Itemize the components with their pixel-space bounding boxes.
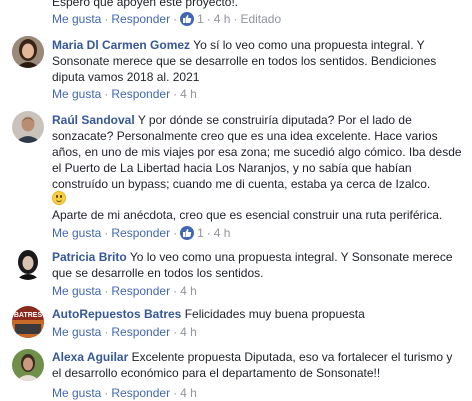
- timestamp[interactable]: 4 h: [180, 86, 197, 102]
- previous-comment-text: Espero que apoyen este proyecto!.: [52, 0, 239, 9]
- avatar[interactable]: [12, 349, 44, 381]
- avatar-logo-text: BATRES: [14, 312, 43, 319]
- comment-actions: Me gusta · Responder · 4 h: [52, 385, 197, 401]
- previous-comment-actions: Me gusta · Responder · 1 · 4 h · Editado: [52, 11, 282, 27]
- comment-author[interactable]: Raúl Sandoval: [52, 113, 135, 127]
- like-count[interactable]: 1: [197, 11, 204, 27]
- comment-actions: Me gusta · Responder · 4 h: [52, 86, 197, 102]
- edited-label[interactable]: Editado: [240, 11, 281, 27]
- comment-actions: Me gusta · Responder · 4 h: [52, 324, 197, 340]
- comment-text: Felicidades muy buena propuesta: [184, 307, 365, 321]
- like-link[interactable]: Me gusta: [52, 283, 101, 299]
- comment-body: AutoRepuestos Batres Felicidades muy bue…: [52, 306, 462, 322]
- comment-body: Alexa Aguilar Excelente propuesta Diputa…: [52, 349, 462, 381]
- comment-author[interactable]: Alexa Aguilar: [52, 350, 128, 364]
- reply-link[interactable]: Responder: [111, 324, 170, 340]
- reply-link[interactable]: Responder: [111, 283, 170, 299]
- timestamp[interactable]: 4 h: [180, 283, 197, 299]
- like-link[interactable]: Me gusta: [52, 385, 101, 401]
- avatar[interactable]: [12, 36, 44, 68]
- like-link[interactable]: Me gusta: [52, 225, 101, 241]
- timestamp[interactable]: 4 h: [214, 11, 231, 27]
- reply-link[interactable]: Responder: [111, 385, 170, 401]
- like-count[interactable]: 1: [197, 225, 204, 241]
- comment-body: Patricia Brito Yo lo veo como una propue…: [52, 249, 462, 281]
- comment-body: Raúl Sandoval Y por dónde se construiría…: [52, 112, 462, 192]
- like-count-icon[interactable]: [180, 12, 195, 26]
- comment-text-continued: Aparte de mi anécdota, creo que es esenc…: [52, 208, 443, 222]
- comment-author[interactable]: Maria Dl Carmen Gomez: [52, 38, 190, 52]
- timestamp[interactable]: 4 h: [214, 225, 231, 241]
- like-count-icon[interactable]: [180, 226, 195, 240]
- comment-body: Maria Dl Carmen Gomez Yo sí lo veo como …: [52, 37, 462, 85]
- avatar[interactable]: [12, 248, 44, 280]
- timestamp[interactable]: 4 h: [180, 385, 197, 401]
- comment-actions: Me gusta · Responder · 4 h: [52, 283, 197, 299]
- reply-link[interactable]: Responder: [111, 86, 170, 102]
- avatar[interactable]: [12, 111, 44, 143]
- reply-link[interactable]: Responder: [111, 11, 170, 27]
- smile-emoji: [52, 191, 66, 206]
- comment-author[interactable]: Patricia Brito: [52, 250, 127, 264]
- comment-actions: Me gusta · Responder · 1 · 4 h: [52, 225, 231, 241]
- like-link[interactable]: Me gusta: [52, 324, 101, 340]
- timestamp[interactable]: 4 h: [180, 324, 197, 340]
- comment-author[interactable]: AutoRepuestos Batres: [52, 307, 181, 321]
- like-link[interactable]: Me gusta: [52, 86, 101, 102]
- avatar[interactable]: BATRES: [12, 306, 44, 338]
- reply-link[interactable]: Responder: [111, 225, 170, 241]
- like-link[interactable]: Me gusta: [52, 11, 101, 27]
